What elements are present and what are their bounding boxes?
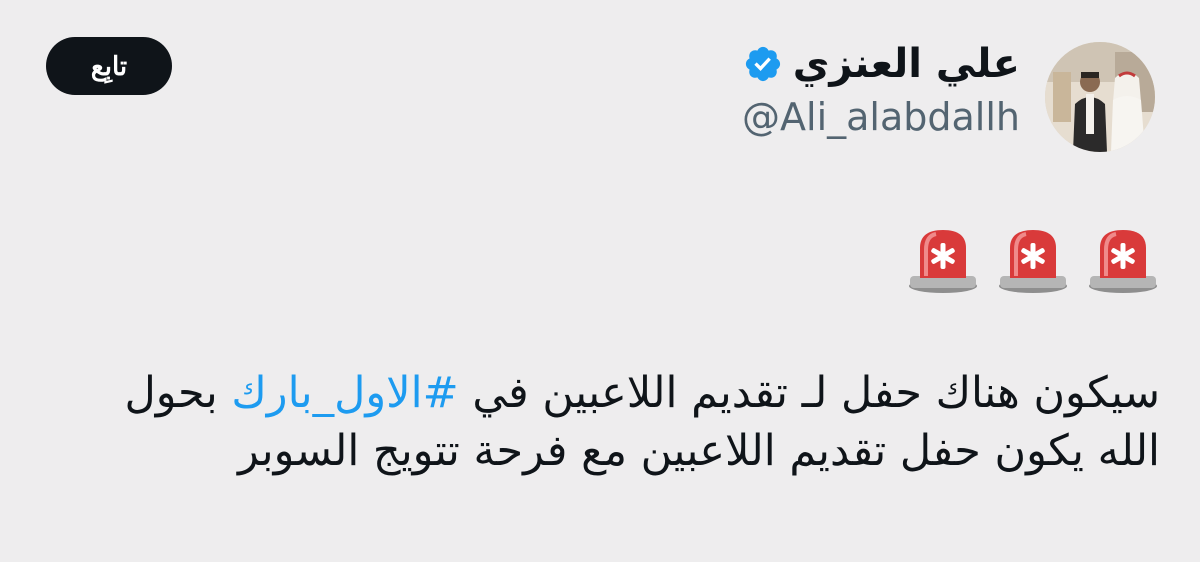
siren-icon	[909, 230, 977, 293]
siren-icon	[999, 230, 1067, 293]
tweet-card: علي العنزي @Ali_alabdallh تابِع سيكون هن…	[0, 0, 1200, 562]
verified-badge-icon	[745, 46, 780, 82]
tweet-text-segment: بحول	[124, 368, 232, 418]
author-handle[interactable]: @Ali_alabdallh	[742, 94, 1020, 140]
follow-button[interactable]: تابِع	[46, 37, 172, 95]
emoji-row	[906, 226, 1160, 294]
tweet-text-segment: سيكون هناك حفل لـ تقديم اللاعبين في	[458, 368, 1160, 418]
avatar[interactable]	[1045, 42, 1155, 152]
avatar-photo	[1045, 42, 1155, 152]
display-name[interactable]: علي العنزي	[793, 38, 1020, 90]
tweet-text-line-1: سيكون هناك حفل لـ تقديم اللاعبين في #الا…	[40, 364, 1161, 422]
author-name-row[interactable]: علي العنزي	[743, 38, 1020, 90]
siren-icon	[1089, 230, 1157, 293]
tweet-text-line-2: الله يكون حفل تقديم اللاعبين مع فرحة تتو…	[237, 426, 1160, 476]
tweet-text: سيكون هناك حفل لـ تقديم اللاعبين في #الا…	[40, 364, 1161, 480]
hashtag-link[interactable]: #الاول_بارك	[231, 368, 458, 418]
